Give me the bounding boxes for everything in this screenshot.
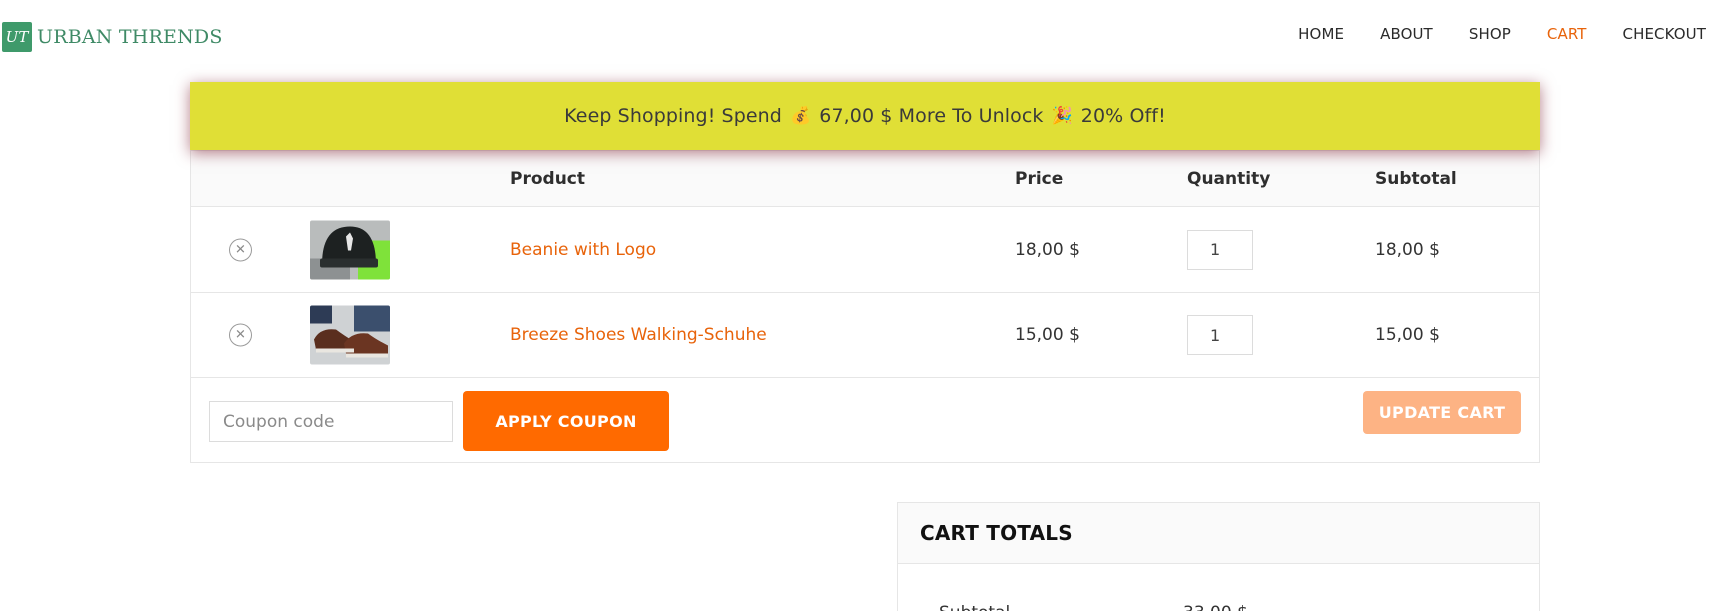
nav-about[interactable]: ABOUT <box>1380 25 1433 43</box>
header-subtotal: Subtotal <box>1375 168 1457 189</box>
cart-row: ✕ Breeze Shoes Walking-Schuhe 15,00 $ 15… <box>191 293 1539 378</box>
header-quantity: Quantity <box>1187 168 1271 189</box>
nav-cart[interactable]: CART <box>1547 25 1587 43</box>
nav-home[interactable]: HOME <box>1298 25 1344 43</box>
cart-table-header: Product Price Quantity Subtotal <box>191 151 1539 207</box>
nav-shop[interactable]: SHOP <box>1469 25 1511 43</box>
totals-subtotal-label: Subtotal <box>939 603 1010 611</box>
logo-badge: UT <box>2 22 32 52</box>
product-link[interactable]: Beanie with Logo <box>510 240 656 260</box>
party-popper-icon: 🎉 <box>1051 106 1073 126</box>
notice-text-after: 20% Off! <box>1080 105 1166 127</box>
product-link[interactable]: Breeze Shoes Walking-Schuhe <box>510 325 767 345</box>
cart-table: Product Price Quantity Subtotal ✕ Beanie… <box>190 150 1540 463</box>
notice-text-middle: 67,00 $ More To Unlock <box>819 105 1044 127</box>
header-product: Product <box>510 168 585 189</box>
site-header: UT URBAN THRENDS HOME ABOUT SHOP CART CH… <box>0 0 1722 76</box>
nav-checkout[interactable]: CHECKOUT <box>1623 25 1706 43</box>
product-subtotal: 15,00 $ <box>1375 325 1440 345</box>
brand-name: URBAN THRENDS <box>37 26 223 48</box>
header-price: Price <box>1015 168 1064 189</box>
coupon-code-input[interactable] <box>209 401 453 442</box>
quantity-input[interactable] <box>1187 229 1253 270</box>
remove-item-icon[interactable]: ✕ <box>229 238 252 261</box>
main-nav: HOME ABOUT SHOP CART CHECKOUT <box>1262 25 1706 43</box>
cart-totals-title: CART TOTALS <box>898 503 1539 564</box>
beanie-thumbnail[interactable] <box>310 220 390 279</box>
product-price: 18,00 $ <box>1015 239 1080 260</box>
site-logo[interactable]: UT URBAN THRENDS <box>2 22 223 52</box>
quantity-input[interactable] <box>1187 315 1253 355</box>
shoes-thumbnail[interactable] <box>310 305 390 365</box>
update-cart-button[interactable]: UPDATE CART <box>1363 391 1521 434</box>
discount-notice-banner: Keep Shopping! Spend 💰 67,00 $ More To U… <box>190 82 1540 150</box>
product-price: 15,00 $ <box>1015 325 1080 345</box>
money-bag-icon: 💰 <box>789 106 812 126</box>
totals-subtotal-value: 33,00 $ <box>1183 603 1248 611</box>
cart-row: ✕ Beanie with Logo 18,00 $ 18,00 $ <box>191 207 1539 293</box>
cart-actions: APPLY COUPON UPDATE CART <box>191 378 1539 464</box>
cart-totals: CART TOTALS Subtotal 33,00 $ <box>897 502 1540 611</box>
remove-item-icon[interactable]: ✕ <box>229 323 252 347</box>
apply-coupon-button[interactable]: APPLY COUPON <box>463 391 669 451</box>
notice-text-before: Keep Shopping! Spend <box>564 105 782 127</box>
product-subtotal: 18,00 $ <box>1375 239 1440 260</box>
